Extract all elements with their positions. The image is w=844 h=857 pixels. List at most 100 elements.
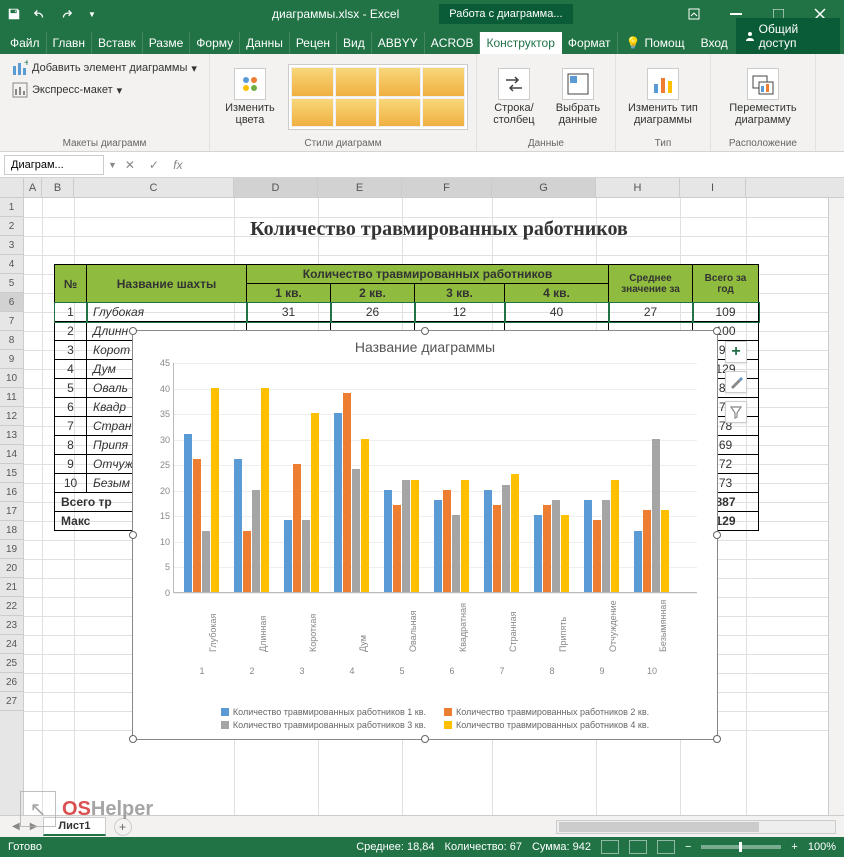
resize-handle[interactable] bbox=[713, 327, 721, 335]
resize-handle[interactable] bbox=[713, 531, 721, 539]
row-header[interactable]: 4 bbox=[0, 255, 23, 274]
add-chart-element-button[interactable]: +Добавить элемент диаграммы ▾ bbox=[8, 58, 201, 78]
row-header[interactable]: 19 bbox=[0, 540, 23, 559]
table-row[interactable]: 1Глубокая3126124027109 bbox=[55, 303, 759, 322]
legend-item[interactable]: Количество травмированных работников 4 к… bbox=[444, 720, 649, 730]
chart-styles-button[interactable] bbox=[725, 371, 747, 393]
chart-plot-area[interactable]: 051015202530354045Глубокая1Длинная2Корот… bbox=[173, 363, 697, 593]
row-header[interactable]: 13 bbox=[0, 426, 23, 445]
vertical-scrollbar[interactable] bbox=[828, 198, 844, 818]
row-header[interactable]: 20 bbox=[0, 559, 23, 578]
zoom-slider[interactable] bbox=[701, 845, 781, 849]
row-header[interactable]: 27 bbox=[0, 692, 23, 711]
row-header[interactable]: 22 bbox=[0, 597, 23, 616]
row-header[interactable]: 18 bbox=[0, 521, 23, 540]
tab-data[interactable]: Данны bbox=[240, 32, 290, 54]
row-header[interactable]: 11 bbox=[0, 388, 23, 407]
tab-home[interactable]: Главн bbox=[47, 32, 93, 54]
style-thumb[interactable] bbox=[378, 98, 421, 128]
resize-handle[interactable] bbox=[713, 735, 721, 743]
chart-title[interactable]: Название диаграммы bbox=[133, 331, 717, 359]
tab-file[interactable]: Файл bbox=[4, 32, 47, 54]
tab-login[interactable]: Вход bbox=[693, 32, 736, 54]
row-header[interactable]: 16 bbox=[0, 483, 23, 502]
move-chart-button[interactable]: Переместить диаграмму bbox=[719, 66, 807, 128]
col-header[interactable]: F bbox=[402, 178, 492, 197]
row-header[interactable]: 3 bbox=[0, 236, 23, 255]
tab-abbyy[interactable]: ABBYY bbox=[372, 32, 425, 54]
cells[interactable]: Количество травмированных работников № Н… bbox=[24, 198, 828, 818]
quick-layout-button[interactable]: Экспресс-макет ▾ bbox=[8, 80, 126, 100]
undo-icon[interactable] bbox=[30, 4, 50, 24]
row-header[interactable]: 5 bbox=[0, 274, 23, 293]
view-normal-button[interactable] bbox=[601, 840, 619, 854]
style-thumb[interactable] bbox=[422, 67, 465, 97]
tab-share[interactable]: Общий доступ bbox=[736, 18, 840, 54]
tab-review[interactable]: Рецен bbox=[290, 32, 337, 54]
chart-object[interactable]: Название диаграммы 051015202530354045Глу… bbox=[132, 330, 718, 740]
style-thumb[interactable] bbox=[335, 67, 378, 97]
row-header[interactable]: 7 bbox=[0, 312, 23, 331]
col-header[interactable]: E bbox=[318, 178, 402, 197]
resize-handle[interactable] bbox=[129, 531, 137, 539]
tab-design[interactable]: Конструктор bbox=[480, 32, 561, 54]
col-header[interactable]: G bbox=[492, 178, 596, 197]
name-box[interactable] bbox=[4, 155, 104, 175]
style-thumb[interactable] bbox=[291, 98, 334, 128]
tab-acrobat[interactable]: ACROB bbox=[425, 32, 481, 54]
fx-icon[interactable]: fx bbox=[169, 156, 187, 174]
accept-formula-icon[interactable]: ✓ bbox=[145, 156, 163, 174]
row-header[interactable]: 21 bbox=[0, 578, 23, 597]
formula-input[interactable] bbox=[193, 155, 840, 175]
col-header[interactable]: B bbox=[42, 178, 74, 197]
row-header[interactable]: 23 bbox=[0, 616, 23, 635]
resize-handle[interactable] bbox=[421, 327, 429, 335]
row-header[interactable]: 1 bbox=[0, 198, 23, 217]
redo-icon[interactable] bbox=[56, 4, 76, 24]
ribbon-options-icon[interactable] bbox=[674, 2, 714, 26]
row-header[interactable]: 15 bbox=[0, 464, 23, 483]
chart-legend[interactable]: Количество травмированных работников 1 к… bbox=[163, 707, 707, 733]
legend-item[interactable]: Количество травмированных работников 2 к… bbox=[444, 707, 649, 717]
style-thumb[interactable] bbox=[291, 67, 334, 97]
row-header[interactable]: 10 bbox=[0, 369, 23, 388]
row-header[interactable]: 17 bbox=[0, 502, 23, 521]
row-header[interactable]: 24 bbox=[0, 635, 23, 654]
resize-handle[interactable] bbox=[129, 735, 137, 743]
tab-format[interactable]: Формат bbox=[562, 32, 618, 54]
resize-handle[interactable] bbox=[421, 735, 429, 743]
change-colors-button[interactable]: Изменить цвета bbox=[218, 66, 282, 128]
row-header[interactable]: 9 bbox=[0, 350, 23, 369]
select-all-corner[interactable] bbox=[0, 178, 24, 197]
switch-row-col-button[interactable]: Строка/столбец bbox=[485, 66, 543, 128]
row-header[interactable]: 26 bbox=[0, 673, 23, 692]
legend-item[interactable]: Количество травмированных работников 3 к… bbox=[221, 720, 426, 730]
tab-formulas[interactable]: Форму bbox=[190, 32, 240, 54]
zoom-out-button[interactable]: − bbox=[685, 841, 691, 853]
style-thumb[interactable] bbox=[422, 98, 465, 128]
change-chart-type-button[interactable]: Изменить тип диаграммы bbox=[624, 66, 702, 128]
chart-styles-gallery[interactable] bbox=[288, 64, 468, 130]
save-icon[interactable] bbox=[4, 4, 24, 24]
col-header[interactable]: D bbox=[234, 178, 318, 197]
chart-elements-button[interactable]: + bbox=[725, 341, 747, 363]
qat-dropdown-icon[interactable]: ▼ bbox=[82, 4, 102, 24]
tab-layout[interactable]: Разме bbox=[143, 32, 191, 54]
row-header[interactable]: 25 bbox=[0, 654, 23, 673]
style-thumb[interactable] bbox=[335, 98, 378, 128]
style-thumb[interactable] bbox=[378, 67, 421, 97]
col-header[interactable]: C bbox=[74, 178, 234, 197]
row-header[interactable]: 6 bbox=[0, 293, 23, 312]
col-header[interactable]: I bbox=[680, 178, 746, 197]
view-page-break-button[interactable] bbox=[657, 840, 675, 854]
zoom-in-button[interactable]: + bbox=[791, 841, 797, 853]
tab-view[interactable]: Вид bbox=[337, 32, 372, 54]
col-header[interactable]: H bbox=[596, 178, 680, 197]
chart-filter-button[interactable] bbox=[725, 401, 747, 423]
legend-item[interactable]: Количество травмированных работников 1 к… bbox=[221, 707, 426, 717]
row-header[interactable]: 8 bbox=[0, 331, 23, 350]
horizontal-scrollbar[interactable] bbox=[556, 820, 836, 834]
col-header[interactable]: A bbox=[24, 178, 42, 197]
select-data-button[interactable]: Выбрать данные bbox=[549, 66, 607, 128]
cancel-formula-icon[interactable]: ✕ bbox=[121, 156, 139, 174]
